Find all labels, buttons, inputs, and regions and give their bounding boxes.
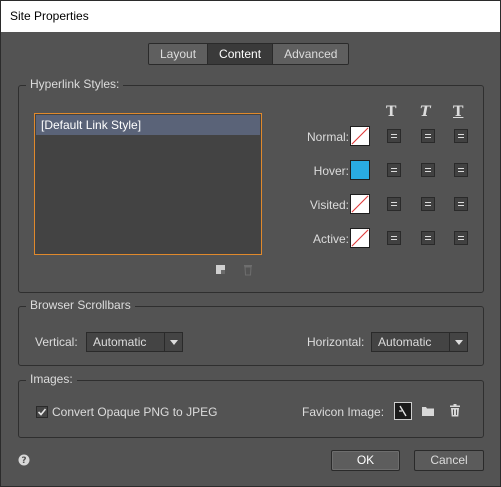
hover-row: Hover: (19, 161, 349, 181)
hover-bold-toggle[interactable] (387, 163, 401, 177)
hover-italic-toggle[interactable] (421, 163, 435, 177)
visited-row: Visited: (19, 195, 349, 215)
active-italic-toggle[interactable] (421, 231, 435, 245)
ok-button[interactable]: OK (331, 450, 400, 471)
images-group: Images: Convert Opaque PNG to JPEG Favic… (18, 372, 484, 438)
images-title: Images: (26, 372, 77, 386)
delete-style-icon[interactable] (242, 264, 254, 276)
help-icon[interactable]: ? (18, 454, 30, 466)
chevron-down-icon (164, 333, 182, 351)
underline-text-icon[interactable]: T (453, 104, 463, 120)
convert-png-label[interactable]: Convert Opaque PNG to JPEG (52, 405, 217, 419)
visited-label: Visited: (309, 198, 349, 212)
visited-bold-toggle[interactable] (387, 197, 401, 211)
hover-label: Hover: (313, 164, 349, 178)
active-bold-toggle[interactable] (387, 231, 401, 245)
vertical-scrollbar-select[interactable]: Automatic (86, 332, 183, 352)
horizontal-label: Horizontal: (307, 335, 365, 349)
browser-scrollbars-title: Browser Scrollbars (26, 298, 135, 312)
window-title: Site Properties (1, 1, 500, 32)
italic-text-icon[interactable]: T (420, 104, 430, 120)
favicon-label: Favicon Image: (302, 405, 385, 419)
favicon-preview-icon[interactable] (394, 402, 412, 420)
vertical-label: Vertical: (35, 335, 78, 349)
normal-color-swatch[interactable] (350, 126, 370, 146)
normal-italic-toggle[interactable] (421, 129, 435, 143)
chevron-down-icon (449, 333, 467, 351)
active-underline-toggle[interactable] (454, 231, 468, 245)
tab-bar: Layout Content Advanced (148, 43, 350, 65)
hyperlink-styles-title: Hyperlink Styles: (26, 77, 124, 91)
tab-advanced[interactable]: Advanced (273, 44, 349, 64)
hover-color-swatch[interactable] (350, 160, 370, 180)
normal-bold-toggle[interactable] (387, 129, 401, 143)
horizontal-scrollbar-select[interactable]: Automatic (371, 332, 468, 352)
vertical-select-value: Automatic (93, 335, 147, 349)
tab-layout[interactable]: Layout (149, 44, 209, 64)
site-properties-dialog: Site Properties Layout Content Advanced … (0, 0, 501, 487)
tab-content[interactable]: Content (208, 44, 274, 64)
horizontal-select-value: Automatic (378, 335, 432, 349)
hyperlink-styles-group: Hyperlink Styles: [Default Link Style] T… (18, 77, 484, 293)
active-color-swatch[interactable] (350, 228, 370, 248)
visited-color-swatch[interactable] (350, 194, 370, 214)
normal-underline-toggle[interactable] (454, 129, 468, 143)
folder-icon[interactable] (421, 405, 435, 417)
new-style-icon[interactable] (215, 264, 227, 276)
trash-icon[interactable] (449, 404, 461, 417)
hover-underline-toggle[interactable] (454, 163, 468, 177)
normal-label: Normal: (306, 130, 349, 144)
cancel-button[interactable]: Cancel (414, 450, 484, 471)
browser-scrollbars-group: Browser Scrollbars Vertical: Automatic H… (18, 298, 484, 366)
visited-italic-toggle[interactable] (421, 197, 435, 211)
convert-png-checkbox[interactable] (36, 406, 48, 418)
normal-row: Normal: (19, 127, 349, 147)
active-label: Active: (312, 232, 349, 246)
active-row: Active: (19, 229, 349, 249)
bold-text-icon[interactable]: T (386, 104, 396, 120)
svg-text:?: ? (21, 456, 26, 466)
visited-underline-toggle[interactable] (454, 197, 468, 211)
